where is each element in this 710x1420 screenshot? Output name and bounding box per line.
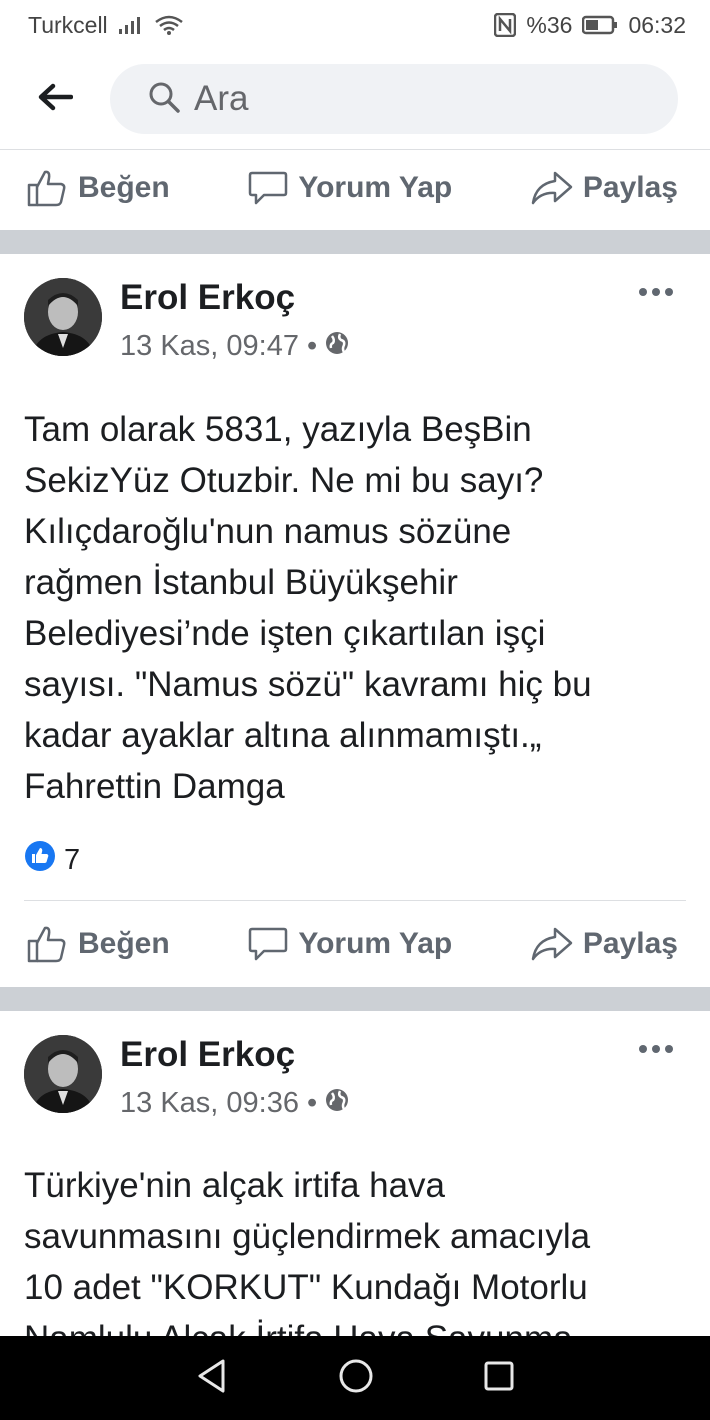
- meta-dot: •: [306, 1087, 318, 1119]
- reaction-count: 7: [64, 843, 81, 876]
- post-actions: Beğen Yorum Yap Paylaş: [0, 904, 710, 984]
- search-input[interactable]: Ara: [110, 64, 678, 134]
- more-icon: [638, 284, 674, 301]
- status-bar: Turkcell %36 06:32: [0, 0, 710, 50]
- comment-label: Yorum Yap: [298, 171, 453, 204]
- meta-dot: •: [306, 330, 318, 362]
- comment-icon: [248, 925, 288, 963]
- post-text: Türkiye'nin alçak irtifa hava savunmasın…: [24, 1166, 591, 1358]
- globe-icon: [325, 330, 349, 363]
- divider: [24, 900, 686, 901]
- post-meta: 13 Kas, 09:36 •: [120, 1087, 349, 1120]
- like-label: Beğen: [78, 171, 170, 204]
- like-reaction-icon: [24, 840, 56, 880]
- comment-label: Yorum Yap: [298, 927, 453, 960]
- wifi-icon: [154, 14, 184, 36]
- post-meta: 13 Kas, 09:47 •: [120, 330, 349, 363]
- author-name[interactable]: Erol Erkoç: [120, 278, 295, 318]
- more-options-button[interactable]: [638, 1041, 674, 1059]
- share-icon: [531, 926, 573, 962]
- like-label: Beğen: [78, 927, 170, 960]
- post-timestamp[interactable]: 13 Kas, 09:36: [120, 1087, 299, 1120]
- share-button[interactable]: Paylaş: [531, 926, 678, 962]
- clock: 06:32: [628, 11, 686, 38]
- post-header: Erol Erkoç 13 Kas, 09:36 •: [0, 1035, 710, 1125]
- post-actions-previous: Beğen Yorum Yap Paylaş: [0, 148, 710, 228]
- feed-separator: [0, 230, 710, 254]
- share-label: Paylaş: [582, 171, 678, 204]
- share-icon: [531, 170, 573, 206]
- status-left: Turkcell: [28, 12, 184, 39]
- nfc-icon: [494, 13, 517, 37]
- back-arrow-icon: [37, 83, 74, 116]
- carrier-name: Turkcell: [28, 11, 108, 38]
- back-button[interactable]: [0, 50, 110, 150]
- comment-icon: [248, 169, 288, 207]
- signal-icon: [118, 15, 144, 35]
- comment-button[interactable]: Yorum Yap: [248, 169, 452, 207]
- feed-separator: [0, 987, 710, 1011]
- search-icon: [148, 81, 180, 118]
- post-text: Tam olarak 5831, yazıyla BeşBin SekizYüz…: [24, 410, 592, 806]
- thumbs-up-icon: [26, 924, 68, 964]
- back-triangle-icon[interactable]: [195, 1358, 229, 1399]
- thumbs-up-icon: [26, 168, 68, 208]
- post-timestamp[interactable]: 13 Kas, 09:47: [120, 330, 299, 363]
- battery-icon: [582, 15, 618, 35]
- search-placeholder: Ara: [194, 79, 249, 118]
- author-name[interactable]: Erol Erkoç: [120, 1035, 295, 1075]
- home-circle-icon[interactable]: [338, 1358, 374, 1399]
- like-button[interactable]: Beğen: [26, 168, 170, 208]
- avatar[interactable]: [24, 278, 102, 356]
- recents-square-icon[interactable]: [483, 1360, 515, 1397]
- status-right: %36 06:32: [494, 12, 686, 39]
- post-header: Erol Erkoç 13 Kas, 09:47 •: [0, 278, 710, 368]
- more-icon: [638, 1041, 674, 1058]
- like-button[interactable]: Beğen: [26, 924, 170, 964]
- comment-button[interactable]: Yorum Yap: [248, 925, 452, 963]
- search-header: Ara: [0, 50, 710, 150]
- battery-percent: %36: [526, 11, 573, 38]
- reaction-summary[interactable]: 7: [24, 840, 80, 880]
- more-options-button[interactable]: [638, 284, 674, 302]
- share-label: Paylaş: [582, 927, 678, 960]
- share-button[interactable]: Paylaş: [531, 170, 678, 206]
- globe-icon: [325, 1087, 349, 1120]
- system-nav-bar: [0, 1336, 710, 1420]
- avatar[interactable]: [24, 1035, 102, 1113]
